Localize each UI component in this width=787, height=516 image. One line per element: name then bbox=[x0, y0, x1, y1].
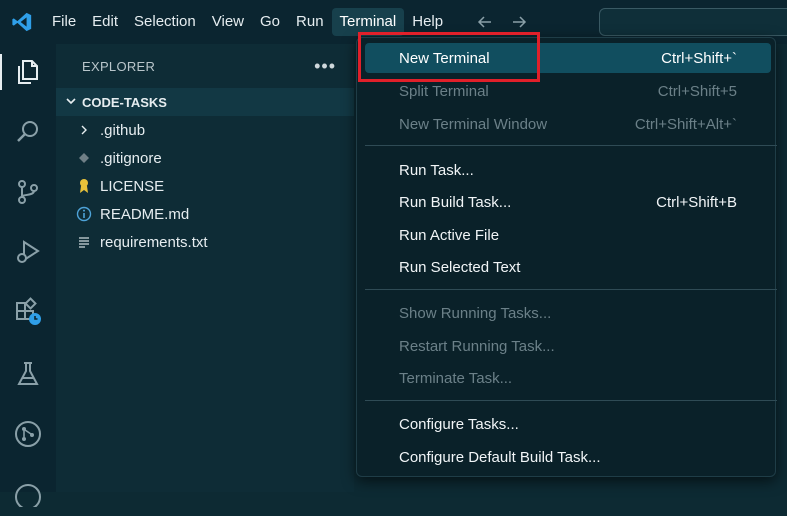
tree-item-github[interactable]: .github bbox=[56, 116, 354, 144]
menu-run-selected-text[interactable]: Run Selected Text bbox=[365, 252, 771, 282]
terminal-menu-dropdown: New Terminal Ctrl+Shift+` Split Terminal… bbox=[356, 37, 777, 477]
menu-item-shortcut: Ctrl+Shift+5 bbox=[657, 82, 737, 100]
menu-item-label: New Terminal Window bbox=[399, 115, 548, 133]
menu-show-running-tasks[interactable]: Show Running Tasks... bbox=[365, 298, 771, 328]
menu-go[interactable]: Go bbox=[252, 8, 288, 36]
menu-item-label: Show Running Tasks... bbox=[399, 304, 552, 322]
tree-item-license[interactable]: LICENSE bbox=[56, 172, 354, 200]
menu-separator bbox=[365, 289, 777, 290]
menu-configure-tasks[interactable]: Configure Tasks... bbox=[365, 409, 771, 439]
menu-item-shortcut: Ctrl+Shift+` bbox=[661, 49, 737, 67]
testing-flask-icon[interactable] bbox=[0, 350, 56, 398]
tree-item-label: LICENSE bbox=[100, 177, 165, 195]
explorer-header: EXPLORER ••• bbox=[56, 44, 354, 88]
menu-item-shortcut: Ctrl+Shift+Alt+` bbox=[634, 115, 737, 133]
menu-item-label: Restart Running Task... bbox=[399, 337, 555, 355]
text-file-icon bbox=[76, 234, 92, 250]
menu-item-shortcut: Ctrl+Shift+B bbox=[656, 193, 737, 211]
menu-edit[interactable]: Edit bbox=[84, 8, 126, 36]
menu-configure-default-build-task[interactable]: Configure Default Build Task... bbox=[365, 442, 771, 472]
more-actions-button[interactable]: ••• bbox=[314, 56, 336, 77]
explorer-sidebar: EXPLORER ••• CODE-TASKS .github .gitigno… bbox=[56, 44, 354, 492]
menu-item-label: Run Build Task... bbox=[399, 193, 512, 211]
forward-arrow-icon[interactable] bbox=[509, 12, 529, 32]
chevron-down-icon bbox=[62, 95, 80, 110]
menu-item-label: Run Selected Text bbox=[399, 258, 521, 276]
tree-item-requirements[interactable]: requirements.txt bbox=[56, 228, 354, 256]
menu-item-label: Run Task... bbox=[399, 161, 474, 179]
tree-item-label: README.md bbox=[100, 205, 190, 223]
navigation-controls bbox=[475, 12, 529, 32]
menu-restart-running-task[interactable]: Restart Running Task... bbox=[365, 331, 771, 361]
menu-view[interactable]: View bbox=[204, 8, 252, 36]
menu-run-active-file[interactable]: Run Active File bbox=[365, 220, 771, 250]
extensions-icon[interactable] bbox=[0, 288, 56, 336]
menu-separator bbox=[365, 145, 777, 146]
back-arrow-icon[interactable] bbox=[475, 12, 495, 32]
menu-run-build-task[interactable]: Run Build Task... Ctrl+Shift+B bbox=[365, 187, 771, 217]
tree-item-gitignore[interactable]: .gitignore bbox=[56, 144, 354, 172]
git-icon bbox=[76, 150, 92, 166]
license-icon bbox=[76, 178, 92, 194]
menu-selection[interactable]: Selection bbox=[126, 8, 204, 36]
activity-bar bbox=[0, 44, 56, 507]
run-debug-icon[interactable] bbox=[0, 228, 56, 276]
menu-item-label: Split Terminal bbox=[399, 82, 489, 100]
info-icon bbox=[76, 206, 92, 222]
tree-item-readme[interactable]: README.md bbox=[56, 200, 354, 228]
menu-item-label: Configure Default Build Task... bbox=[399, 448, 601, 466]
menu-item-label: Run Active File bbox=[399, 226, 500, 244]
remote-icon[interactable] bbox=[0, 468, 56, 516]
explorer-title: EXPLORER bbox=[82, 58, 156, 74]
annotation-highlight-box bbox=[358, 32, 540, 82]
menu-run-task[interactable]: Run Task... bbox=[365, 155, 771, 185]
source-control-icon[interactable] bbox=[0, 168, 56, 216]
menu-run[interactable]: Run bbox=[288, 8, 332, 36]
git-graph-icon[interactable] bbox=[0, 410, 56, 458]
tree-item-label: requirements.txt bbox=[100, 233, 208, 251]
menu-item-label: Configure Tasks... bbox=[399, 415, 519, 433]
chevron-right-icon bbox=[76, 122, 92, 138]
menu-separator bbox=[365, 400, 777, 401]
command-center-search[interactable] bbox=[599, 8, 787, 36]
workspace-folder-name: CODE-TASKS bbox=[82, 94, 167, 110]
tree-item-label: .github bbox=[100, 121, 146, 139]
menu-new-terminal-window[interactable]: New Terminal Window Ctrl+Shift+Alt+` bbox=[365, 109, 771, 139]
explorer-icon[interactable] bbox=[0, 48, 56, 96]
menu-file[interactable]: File bbox=[44, 8, 84, 36]
menu-item-label: Terminate Task... bbox=[399, 369, 513, 387]
menu-terminate-task[interactable]: Terminate Task... bbox=[365, 363, 771, 393]
search-icon[interactable] bbox=[0, 108, 56, 156]
vscode-logo-icon bbox=[0, 0, 44, 44]
workspace-folder[interactable]: CODE-TASKS bbox=[56, 88, 354, 116]
tree-item-label: .gitignore bbox=[100, 149, 162, 167]
